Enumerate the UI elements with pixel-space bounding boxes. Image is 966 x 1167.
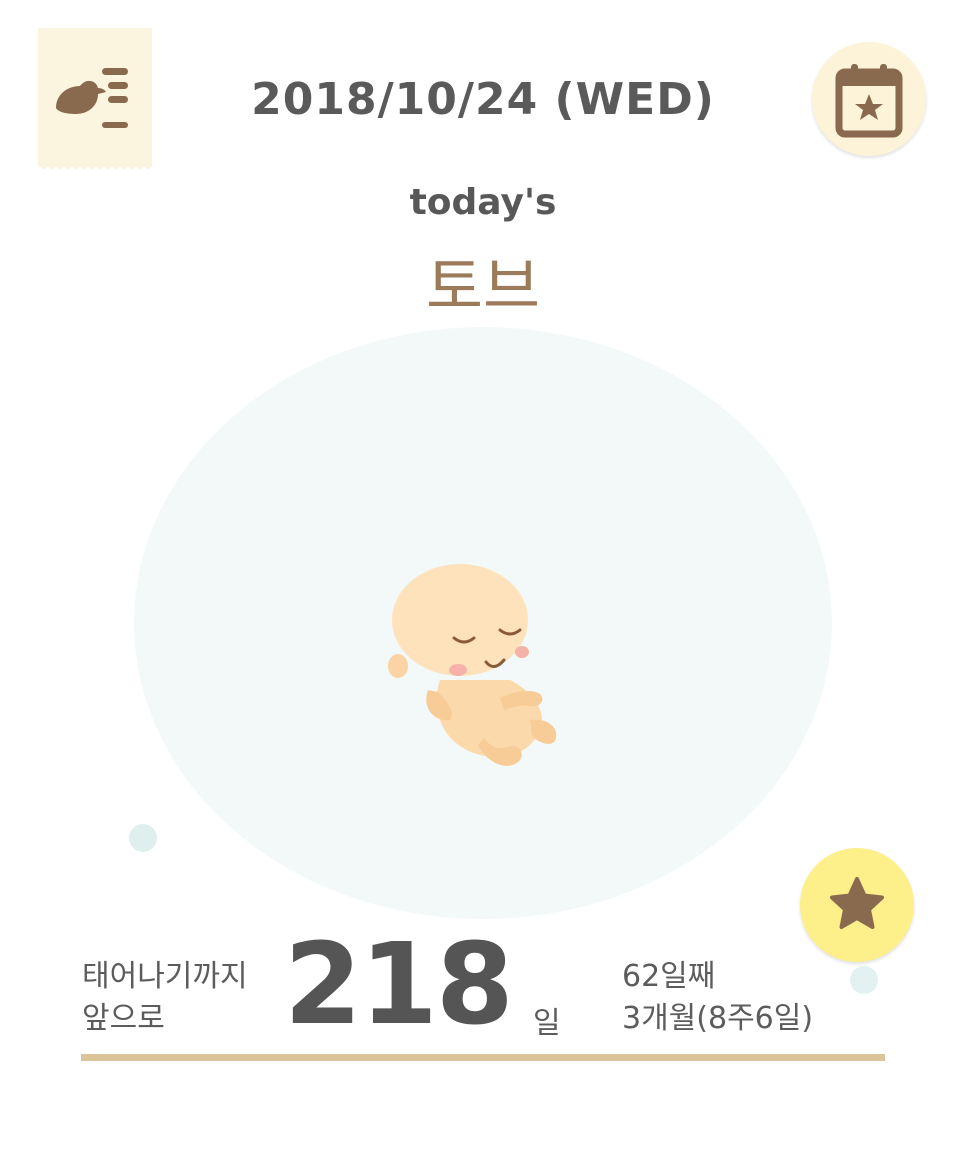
calendar-star-icon: [835, 64, 903, 138]
progress-bar: [81, 1054, 885, 1061]
decor-bubble: [850, 966, 878, 994]
calendar-button[interactable]: [812, 42, 926, 156]
days-unit: 일: [533, 1006, 561, 1041]
countdown-label-line1: 태어나기까지: [82, 959, 248, 994]
star-icon: [830, 877, 884, 929]
pregnancy-age: 3개월(8주6일): [622, 1001, 814, 1036]
favorite-button[interactable]: [800, 848, 914, 962]
tag-edge: [38, 164, 152, 170]
countdown-label-line2: 앞으로: [82, 1001, 165, 1036]
sleeping-baby-illustration: [388, 564, 557, 766]
day-count: 62일째: [622, 959, 716, 994]
days-remaining: 218: [284, 920, 514, 1050]
todays-label: today's: [409, 182, 557, 223]
baby-name: 토브: [425, 250, 541, 323]
countdown-label: 태어나기까지 앞으로: [82, 956, 248, 1040]
pregnancy-info: 62일째 3개월(8주6일): [622, 956, 813, 1040]
decor-bubble: [129, 824, 157, 852]
